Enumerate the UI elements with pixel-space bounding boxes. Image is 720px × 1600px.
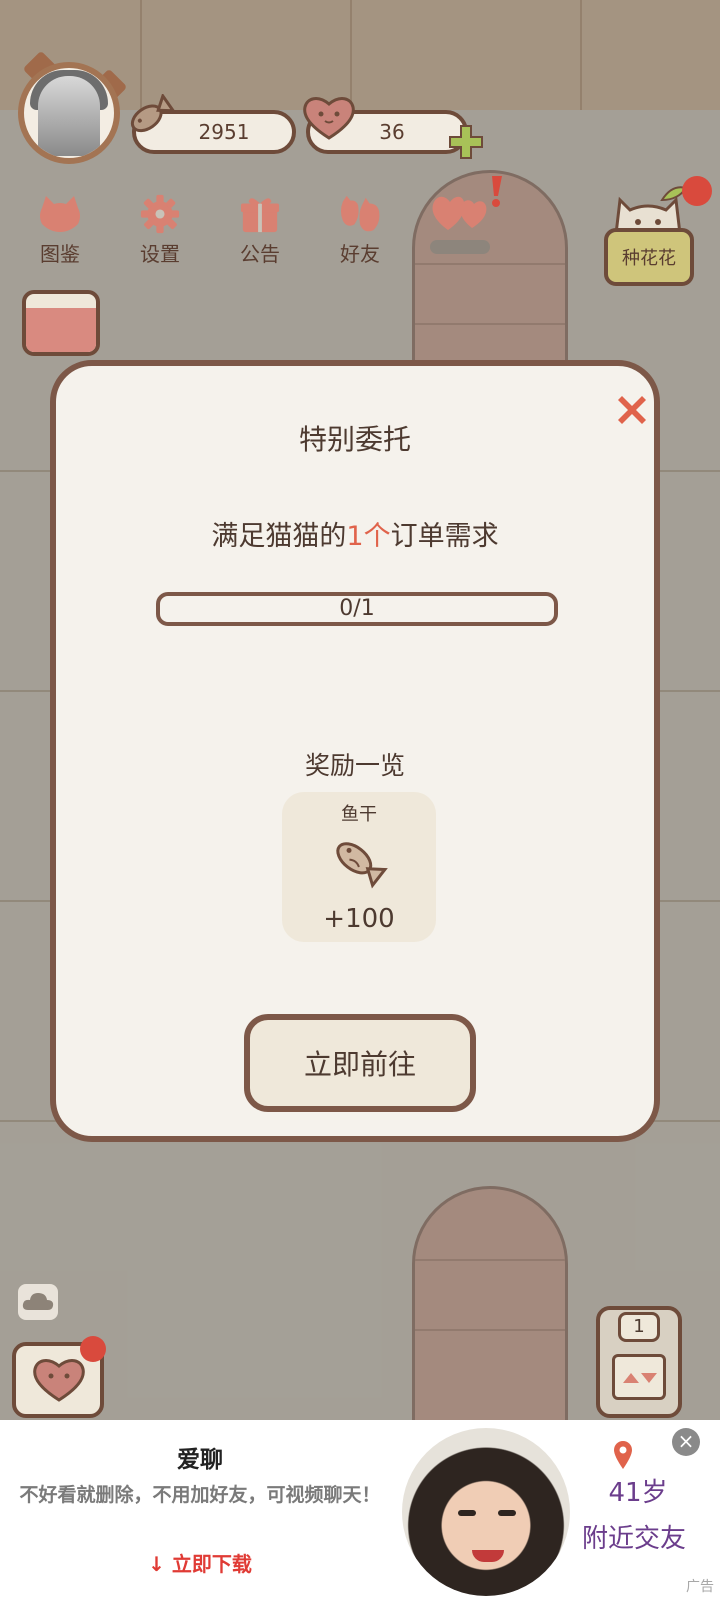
dialog-title: 特别委托: [298, 423, 411, 456]
ad-label: 广告: [686, 1579, 714, 1595]
menu-announcement[interactable]: 公告: [220, 194, 300, 267]
menu-friends[interactable]: 好友: [320, 194, 400, 267]
ad-tagline: 附近交友: [581, 1524, 686, 1554]
reward-name: 鱼干: [341, 804, 377, 825]
calendar-button[interactable]: [22, 290, 100, 356]
progress-text: 0/1: [339, 596, 375, 621]
up-down-arrow-icon: [623, 1373, 657, 1383]
ad-title: 爱聊: [177, 1447, 223, 1473]
ad-photo[interactable]: [402, 1428, 570, 1596]
cloud-button[interactable]: [18, 1284, 58, 1320]
ad-description: 不好看就删除，不用加好友，可视频聊天！: [19, 1484, 381, 1506]
menu-collection-label: 图鉴: [40, 242, 80, 266]
dried-fish-icon: [336, 842, 388, 889]
calendar-icon: [26, 308, 96, 352]
location-pin-icon: [614, 1441, 632, 1469]
notification-dot: [682, 176, 712, 206]
heart-icon: [303, 97, 355, 140]
ad-close-button[interactable]: ×: [672, 1428, 700, 1456]
menu-collection[interactable]: 图鉴: [20, 194, 100, 267]
task-description: 满足猫猫的1个订单需求: [56, 514, 654, 553]
plant-flowers-button[interactable]: 种花花: [604, 228, 694, 286]
special-commission-dialog: 特别委托 满足猫猫的1个订单需求 0/1 奖励一览 鱼干 +100 立即前往: [50, 360, 660, 1142]
alert-icon: [492, 176, 502, 207]
ad-download-button[interactable]: ↓ 立即下载: [0, 1548, 400, 1577]
cloud-icon: [22, 1293, 54, 1310]
heart-count: 36: [379, 120, 405, 144]
reward-heading: 奖励一览: [304, 751, 405, 780]
desc-prefix: 满足猫猫的: [211, 521, 347, 552]
gift-icon: [240, 198, 280, 233]
ad-banner[interactable]: 爱聊 不好看就删除，不用加好友，可视频聊天！ ↓ 立即下载 41岁 附近交友 ×…: [0, 1420, 720, 1600]
notification-dot: [80, 1336, 106, 1362]
task-progress-bar: [430, 240, 490, 254]
menu-friends-label: 好友: [340, 242, 380, 266]
desc-suffix: 订单需求: [390, 521, 499, 552]
fish-icon: [130, 94, 176, 133]
heart-cat-icon: [33, 1359, 85, 1402]
go-now-label: 立即前往: [303, 1048, 416, 1081]
gear-icon: [140, 194, 180, 234]
ad-download-label: 立即下载: [171, 1552, 252, 1576]
download-arrow-icon: ↓: [148, 1552, 165, 1576]
close-icon[interactable]: [612, 390, 652, 430]
friends-icon: [340, 195, 380, 232]
ad-age: 41岁: [608, 1478, 668, 1508]
menu-announcement-label: 公告: [240, 242, 280, 266]
plant-flowers-label: 种花花: [622, 248, 676, 269]
elevator-buttons: [612, 1354, 666, 1400]
desc-highlight: 1个: [346, 521, 391, 552]
menu-settings-label: 设置: [140, 242, 180, 266]
menu-heart-task[interactable]: [428, 190, 494, 260]
fish-count: 2951: [198, 120, 250, 144]
go-now-button[interactable]: 立即前往: [244, 1014, 476, 1112]
add-hearts-button[interactable]: [448, 124, 484, 160]
menu-settings[interactable]: 设置: [120, 194, 200, 267]
player-avatar[interactable]: [18, 62, 120, 164]
cat-head-icon: [40, 196, 80, 232]
reward-card: 鱼干 +100: [282, 792, 436, 942]
heart-task-icon: [432, 196, 487, 230]
reward-amount: +100: [323, 904, 395, 934]
floor-number: 1: [618, 1312, 660, 1342]
